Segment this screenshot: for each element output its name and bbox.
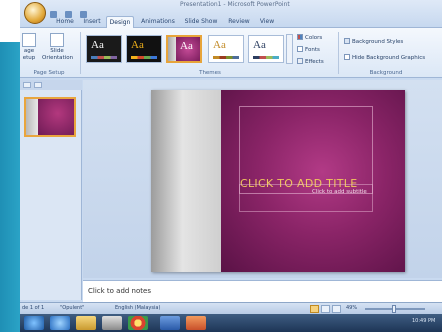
page-setup-button[interactable]: age etup [20,33,38,62]
window-title: Presentation1 - Microsoft PowerPoint [180,1,290,8]
slide-show-view-button[interactable] [332,305,341,313]
theme-thumbnail-2[interactable]: Aa [126,35,162,63]
design-ribbon: age etup Slide Orientation Page Setup Aa… [20,28,442,78]
language-indicator[interactable]: English (Malaysia) [115,305,160,311]
theme-color-swatch [213,56,239,59]
theme-sample-text: Aa [253,39,266,51]
background-group-label: Background [369,70,403,76]
hide-background-graphics-checkbox[interactable]: Hide Background Graphics [344,54,425,61]
theme-fonts-button[interactable]: Fonts [297,46,320,53]
theme-sample-text: Aa [180,40,193,52]
checkbox-icon [344,54,350,60]
tab-insert[interactable]: Insert [80,16,104,28]
theme-colors-icon [297,34,303,40]
tab-home[interactable]: Home [52,16,78,28]
page-setup-label: age etup [22,48,36,61]
powerpoint-window: Presentation1 - Microsoft PowerPoint Hom… [20,0,442,332]
background-styles-button[interactable]: Background Styles [344,38,403,45]
tab-animations[interactable]: Animations [138,16,178,28]
word-icon[interactable] [160,316,180,330]
status-bar: de 1 of 1 "Opulent" English (Malaysia) 4… [20,302,442,314]
title-placeholder[interactable]: CLICK TO ADD TITLE [239,106,373,194]
internet-explorer-icon[interactable] [50,316,70,330]
thumbnail-gray-band [26,99,38,135]
theme-sample-text: Aa [91,39,104,51]
subtitle-placeholder-text: Click to add subtitle [312,189,367,195]
themes-scroll-buttons[interactable] [286,34,293,64]
theme-color-swatch [253,56,279,59]
theme-thumbnail-1[interactable]: Aa [86,35,122,63]
theme-effects-button[interactable]: Effects [297,58,324,65]
theme-colors-label: Colors [305,35,323,41]
page-setup-icon [22,33,36,47]
theme-effects-icon [297,58,303,64]
thumbnail-purple-band [38,99,74,135]
windows-taskbar: 10:49 PM [20,314,442,332]
notes-pane[interactable]: Click to add notes [83,280,442,302]
slides-tab[interactable] [23,82,31,88]
tab-slide-show[interactable]: Slide Show [182,16,220,28]
slide-purple-panel: CLICK TO ADD TITLE Click to add subtitle [221,90,405,272]
slide-orientation-label: Slide Orientation [42,48,74,61]
theme-thumbnail-4[interactable]: Aa [208,35,244,63]
theme-colors-button[interactable]: Colors [297,34,322,41]
media-player-icon[interactable] [102,316,122,330]
system-clock: 10:49 PM [412,318,436,324]
quick-access-toolbar [50,3,140,18]
ribbon-divider [338,32,339,74]
tab-review[interactable]: Review [226,16,252,28]
slide-thumbnail-1[interactable] [24,97,76,137]
theme-thumbnail-opulent-selected[interactable]: Aa [166,35,202,63]
theme-gray-band [168,37,176,61]
tab-design[interactable]: Design [106,16,134,28]
slides-pane-tabs [20,80,82,90]
themes-group-label: Themes [199,70,221,76]
slide-sorter-view-button[interactable] [321,305,330,313]
file-explorer-icon[interactable] [76,316,96,330]
outline-tab[interactable] [34,82,42,88]
powerpoint-icon[interactable] [186,316,206,330]
ribbon-divider [80,32,81,74]
office-button[interactable] [24,2,46,24]
subtitle-placeholder[interactable]: Click to add subtitle [239,184,373,212]
theme-color-swatch [91,56,117,59]
current-slide: CLICK TO ADD TITLE Click to add subtitle [151,90,405,272]
slides-pane [20,80,82,300]
theme-sample-text: Aa [131,39,144,51]
slide-orientation-icon [50,33,64,47]
slide-counter: de 1 of 1 [22,305,45,311]
photo-of-screen: Presentation1 - Microsoft PowerPoint Hom… [0,0,442,332]
hide-background-graphics-label: Hide Background Graphics [352,55,426,61]
start-button-icon[interactable] [24,316,44,330]
notes-placeholder: Click to add notes [88,287,151,295]
theme-effects-label: Effects [305,59,324,65]
background-styles-label: Background Styles [352,39,404,45]
normal-view-button[interactable] [310,305,319,313]
page-setup-group-label: Page Setup [33,70,65,76]
title-and-tab-bar: Presentation1 - Microsoft PowerPoint Hom… [20,0,442,28]
chrome-icon[interactable] [128,316,148,330]
theme-fonts-label: Fonts [305,47,320,53]
tab-view[interactable]: View [256,16,278,28]
theme-fonts-icon [297,46,303,52]
slide-gray-panel [151,90,221,272]
zoom-level[interactable]: 49% [346,305,357,311]
photo-edge [0,42,20,332]
zoom-slider-thumb[interactable] [392,305,396,313]
theme-color-swatch [131,56,157,59]
theme-sample-text: Aa [213,39,226,51]
slide-orientation-button[interactable]: Slide Orientation [42,33,74,62]
background-styles-icon [344,38,350,44]
slide-editing-area: CLICK TO ADD TITLE Click to add subtitle [83,80,442,278]
theme-thumbnail-5[interactable]: Aa [248,35,284,63]
theme-name: "Opulent" [60,305,85,311]
